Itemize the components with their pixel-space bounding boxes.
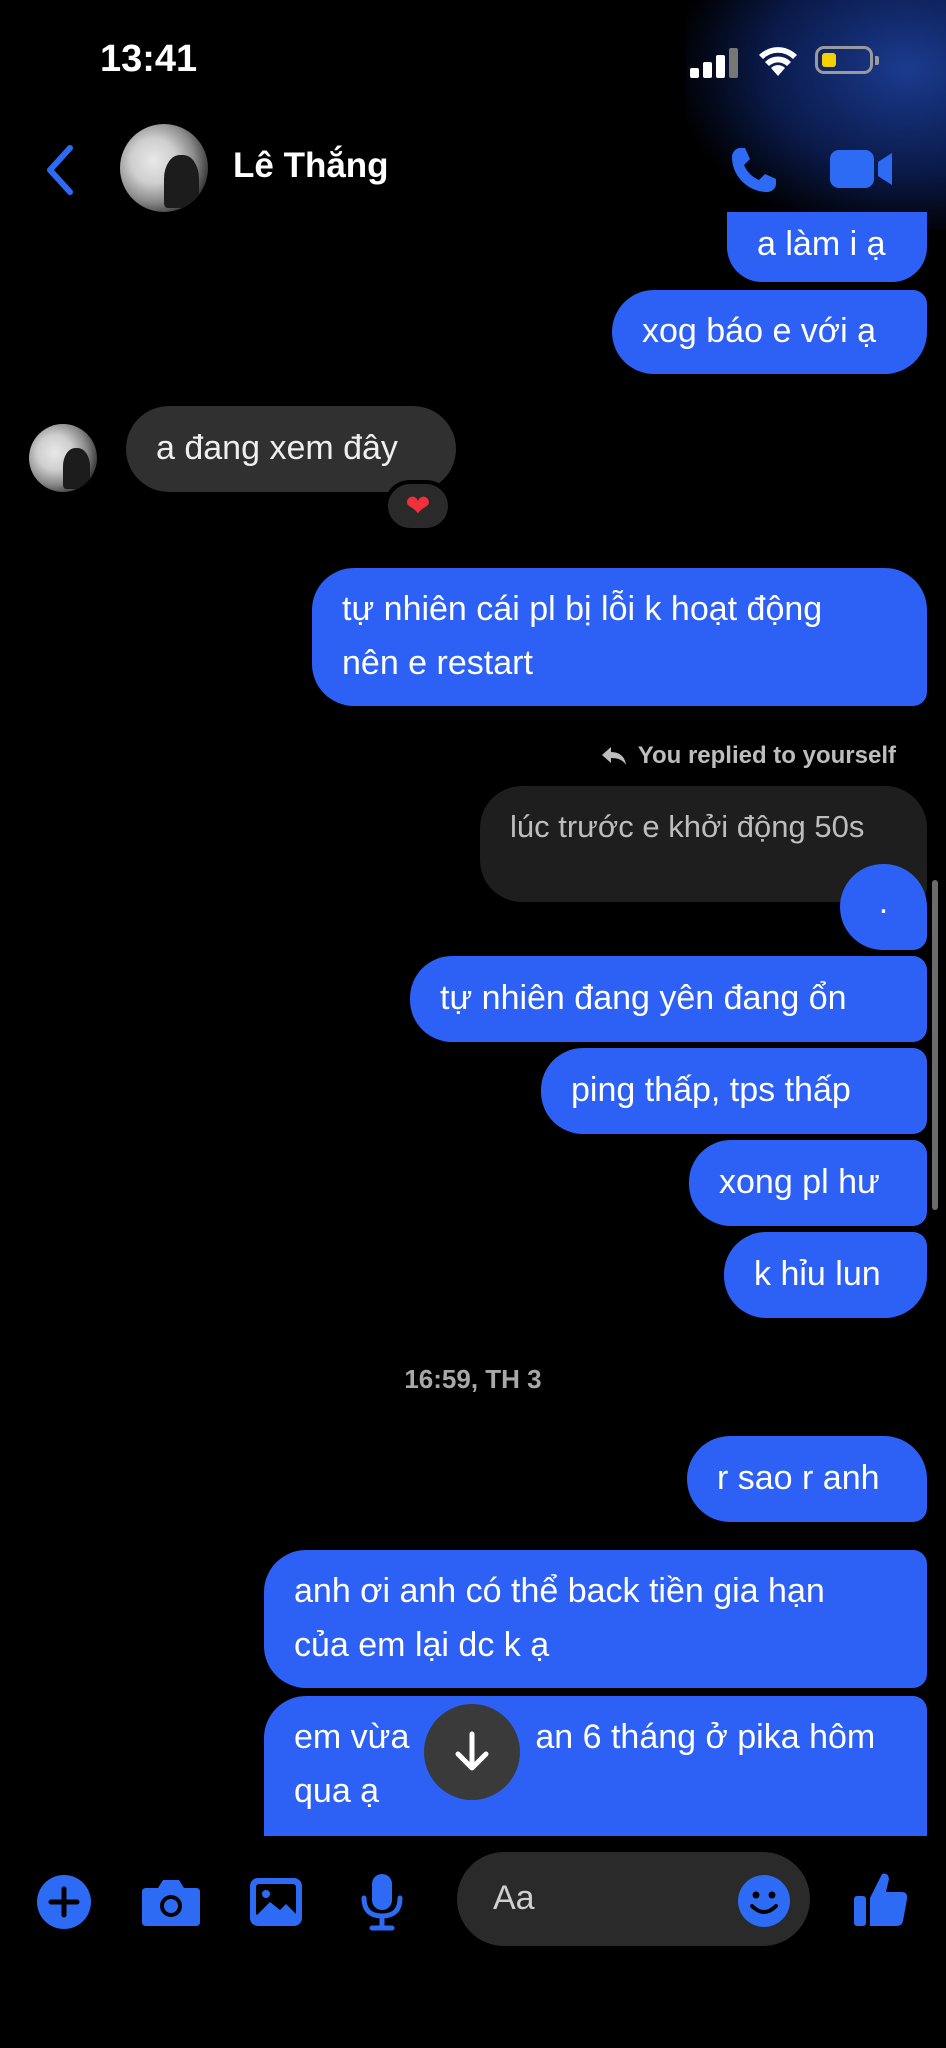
message-input-placeholder: Aa <box>493 1879 535 1917</box>
heart-reaction-icon[interactable]: ❤ <box>384 480 452 532</box>
message-text-line: nên e restart <box>342 644 533 682</box>
camera-icon[interactable] <box>140 1876 202 1928</box>
message-text-line: em vừa an 6 tháng ở pika hôm <box>294 1710 927 1764</box>
reply-indicator: You replied to yourself <box>600 742 896 770</box>
message-bubble-outgoing[interactable]: k hỉu lun <box>724 1232 927 1318</box>
message-text: a đang xem đây <box>156 429 398 467</box>
conversation-header: Lê Thắng <box>0 120 946 220</box>
message-text-fragment: an 6 tháng ở pika hôm <box>535 1718 876 1756</box>
message-text: xog báo e với ạ <box>642 312 876 350</box>
message-text: tự nhiên đang yên đang ổn <box>440 979 847 1017</box>
scrollbar[interactable] <box>932 880 938 1210</box>
microphone-icon[interactable] <box>360 1872 404 1932</box>
message-text-fragment: em vừa <box>294 1718 410 1756</box>
reply-indicator-text: You replied to yourself <box>637 742 896 769</box>
thumbs-up-icon[interactable] <box>852 1870 910 1930</box>
message-bubble-outgoing[interactable]: a làm i ạ <box>727 212 927 282</box>
scroll-to-bottom-button[interactable] <box>424 1704 520 1800</box>
battery-icon <box>815 46 879 74</box>
message-text-line: của em lại dc k ạ <box>294 1626 550 1664</box>
sender-avatar[interactable] <box>29 424 97 492</box>
plus-icon[interactable] <box>36 1874 92 1930</box>
emoji-icon[interactable] <box>737 1874 791 1928</box>
image-icon[interactable] <box>248 1876 304 1928</box>
status-time: 13:41 <box>100 38 198 80</box>
message-text: . <box>878 883 889 921</box>
signal-icon <box>690 48 740 78</box>
message-bubble-outgoing[interactable]: ping thấp, tps thấp <box>541 1048 927 1134</box>
message-bubble-outgoing[interactable]: em vừa an 6 tháng ở pika hôm qua ạ <box>264 1696 927 1836</box>
message-bubble-incoming[interactable]: a đang xem đây <box>126 406 456 492</box>
back-button[interactable] <box>40 142 80 198</box>
wifi-icon <box>759 47 797 76</box>
message-text: ping thấp, tps thấp <box>571 1071 851 1109</box>
reply-arrow-icon <box>601 747 626 765</box>
message-text: r sao r anh <box>717 1459 880 1497</box>
message-text: a làm i ạ <box>757 225 886 263</box>
message-bubble-outgoing[interactable]: tự nhiên cái pl bị lỗi k hoạt động nên e… <box>312 568 927 706</box>
contact-name[interactable]: Lê Thắng <box>233 146 389 186</box>
message-text-line: tự nhiên cái pl bị lỗi k hoạt động <box>342 590 823 628</box>
message-text-line: qua ạ <box>294 1772 380 1810</box>
message-input[interactable]: Aa <box>457 1852 810 1946</box>
timestamp-divider: 16:59, TH 3 <box>404 1364 542 1394</box>
arrow-down-icon <box>455 1731 489 1771</box>
message-text: k hỉu lun <box>754 1255 881 1293</box>
message-bubble-outgoing[interactable]: anh ơi anh có thể back tiền gia hạn của … <box>264 1550 927 1688</box>
phone-icon[interactable] <box>726 142 782 198</box>
quoted-message-text: lúc trước e khởi động 50s <box>510 809 865 844</box>
message-bubble-outgoing[interactable]: tự nhiên đang yên đang ổn <box>410 956 927 1042</box>
message-text-line: anh ơi anh có thể back tiền gia hạn <box>294 1572 825 1610</box>
contact-avatar[interactable] <box>120 124 208 212</box>
video-camera-icon[interactable] <box>828 146 894 192</box>
message-bubble-outgoing[interactable]: xog báo e với ạ <box>612 290 927 374</box>
message-bubble-outgoing[interactable]: xong pl hư <box>689 1140 927 1226</box>
message-text: xong pl hư <box>719 1163 880 1201</box>
message-bubble-outgoing[interactable]: . <box>840 864 927 950</box>
status-bar: 13:41 <box>0 0 946 120</box>
message-bubble-outgoing[interactable]: r sao r anh <box>687 1436 927 1522</box>
message-composer: Aa <box>0 1840 946 1960</box>
